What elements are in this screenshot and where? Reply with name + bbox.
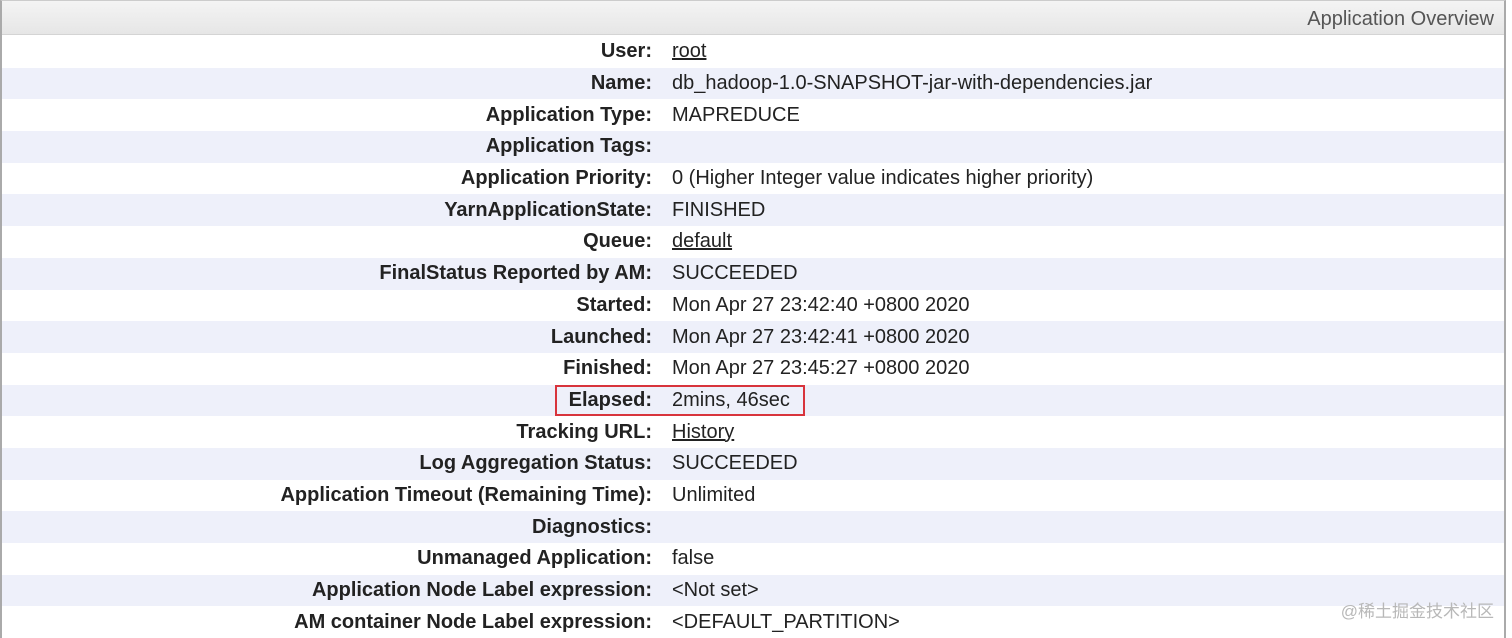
label-tracking-url: Tracking URL: <box>516 420 652 443</box>
label-finalstatus-reported-by-am: FinalStatus Reported by AM: <box>379 262 652 285</box>
link-tracking-url[interactable]: History <box>672 421 734 443</box>
link-user[interactable]: root <box>672 40 706 62</box>
row-started: Started: Mon Apr 27 23:42:40 +0800 2020 <box>2 290 1504 322</box>
value-cell-application-priority: 0 (Higher Integer value indicates higher… <box>672 167 1094 190</box>
value-cell-tracking-url: History <box>652 416 1504 448</box>
value-cell-queue: default <box>652 226 1504 258</box>
row-am-container-node-label-expression: AM container Node Label expression: <DEFA… <box>2 606 1504 638</box>
value-cell-log-aggregation-status: SUCCEEDED <box>672 452 798 475</box>
row-finalstatus-reported-by-am: FinalStatus Reported by AM: SUCCEEDED <box>2 257 1504 290</box>
label-yarnapplicationstate: YarnApplicationState: <box>444 198 652 221</box>
row-user: User: root <box>2 36 1504 68</box>
label-finished: Finished: <box>563 357 652 380</box>
row-queue: Queue: default <box>2 226 1504 258</box>
label-application-type: Application Type: <box>485 103 652 126</box>
row-application-priority: Application Priority: 0 (Higher Integer v… <box>2 163 1504 195</box>
watermark: @稀土掘金技术社区 <box>1340 602 1494 621</box>
row-finished: Finished: Mon Apr 27 23:45:27 +0800 2020 <box>2 353 1504 385</box>
value-cell-yarnapplicationstate: FINISHED <box>672 198 766 221</box>
label-launched: Launched: <box>550 325 652 348</box>
label-log-aggregation-status: Log Aggregation Status: <box>419 452 652 475</box>
label-application-node-label-expression: Application Node Label expression: <box>311 579 652 602</box>
label-application-timeout-remaining-time: Application Timeout (Remaining Time): <box>280 483 652 506</box>
value-cell-unmanaged-application: false <box>672 547 715 570</box>
row-application-timeout-remaining-time: Application Timeout (Remaining Time): Unl… <box>2 480 1504 512</box>
row-tracking-url: Tracking URL: History <box>2 416 1504 448</box>
elapsed-highlight-box <box>555 385 805 416</box>
panel-header: Application Overview <box>2 1 1504 35</box>
value-cell-name: db_hadoop-1.0-SNAPSHOT-jar-with-dependen… <box>672 72 1153 95</box>
label-name: Name: <box>590 72 652 95</box>
row-application-type: Application Type: MAPREDUCE <box>2 99 1504 131</box>
value-cell-application-timeout-remaining-time: Unlimited <box>672 483 756 506</box>
label-user: User: <box>600 40 652 63</box>
row-application-node-label-expression: Application Node Label expression: <Not s… <box>2 574 1504 607</box>
value-cell-application-type: MAPREDUCE <box>672 103 800 126</box>
label-application-tags: Application Tags: <box>485 135 652 158</box>
value-cell-application-tags <box>652 131 1504 163</box>
row-name: Name: db_hadoop-1.0-SNAPSHOT-jar-with-dep… <box>2 67 1504 100</box>
label-started: Started: <box>576 293 652 316</box>
label-am-container-node-label-expression: AM container Node Label expression: <box>294 610 652 633</box>
row-launched: Launched: Mon Apr 27 23:42:41 +0800 2020 <box>2 321 1504 353</box>
label-application-priority: Application Priority: <box>460 167 652 190</box>
value-cell-finished: Mon Apr 27 23:45:27 +0800 2020 <box>672 357 970 380</box>
application-overview-panel: Application Overview User: root Name: db_ha… <box>0 0 1506 638</box>
value-cell-user: root <box>652 36 1504 68</box>
label-diagnostics: Diagnostics: <box>531 515 652 538</box>
label-unmanaged-application: Unmanaged Application: <box>417 547 652 570</box>
row-unmanaged-application: Unmanaged Application: false <box>2 543 1504 575</box>
value-cell-launched: Mon Apr 27 23:42:41 +0800 2020 <box>672 325 970 348</box>
value-cell-started: Mon Apr 27 23:42:40 +0800 2020 <box>672 293 970 316</box>
row-yarnapplicationstate: YarnApplicationState: FINISHED <box>2 194 1504 227</box>
row-diagnostics: Diagnostics: <box>2 511 1504 543</box>
overview-table: User: root Name: db_hadoop-1.0-SNAPSHOT-jar… <box>2 36 1504 638</box>
label-queue: Queue: <box>583 230 652 253</box>
row-application-tags: Application Tags: <box>2 131 1504 163</box>
row-log-aggregation-status: Log Aggregation Status: SUCCEEDED <box>2 447 1504 480</box>
value-cell-diagnostics <box>652 511 1504 543</box>
link-queue[interactable]: default <box>672 230 732 252</box>
value-cell-finalstatus-reported-by-am: SUCCEEDED <box>672 262 798 285</box>
